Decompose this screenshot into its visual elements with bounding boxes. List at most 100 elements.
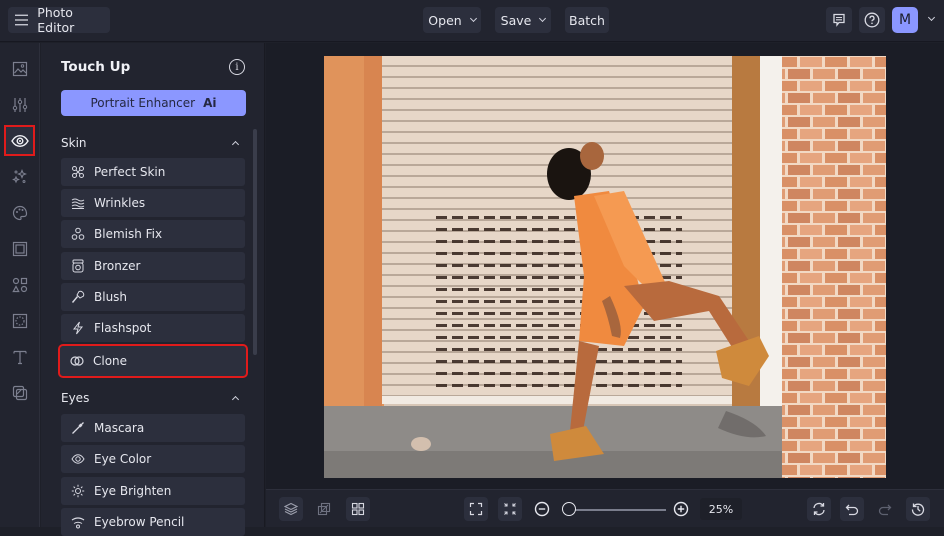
tool-item-eyebrow-pencil[interactable]: Eyebrow Pencil [61, 508, 245, 536]
text-icon [12, 350, 27, 364]
tool-item-label: Bronzer [94, 259, 141, 273]
avatar-initial: M [898, 12, 912, 28]
portrait-enhancer-button[interactable]: Portrait Enhancer Ai [61, 90, 246, 116]
strip-item-textures[interactable] [4, 305, 35, 336]
history-button[interactable] [906, 497, 930, 521]
compare-icon [317, 502, 331, 516]
strip-item-image[interactable] [4, 53, 35, 84]
panel-scrollbar[interactable] [253, 129, 257, 355]
tool-item-bronzer[interactable]: Bronzer [61, 252, 245, 280]
actual-size-button[interactable] [498, 497, 522, 521]
section-header-eyes[interactable]: Eyes [61, 388, 246, 408]
strip-item-overlays[interactable] [4, 377, 35, 408]
tool-item-label: Flashspot [94, 321, 152, 335]
zoom-slider-track[interactable] [571, 509, 666, 511]
chevron-down-icon [469, 14, 477, 23]
portrait-enhancer-label: Portrait Enhancer [90, 96, 196, 110]
strip-item-touch-up[interactable] [4, 125, 35, 156]
main-menu-button[interactable]: Photo Editor [8, 5, 110, 35]
feedback-button[interactable] [826, 7, 852, 33]
open-label: Open [428, 12, 462, 28]
top-bar: Photo Editor Open Save Batch M [0, 0, 944, 42]
layers-button[interactable] [279, 497, 303, 521]
bronzer-icon [72, 259, 84, 273]
tool-item-eye-brighten[interactable]: Eye Brighten [61, 477, 245, 505]
undo-button[interactable] [840, 497, 864, 521]
tool-item-label: Perfect Skin [94, 165, 166, 179]
help-button[interactable] [859, 7, 885, 33]
batch-label: Batch [569, 12, 605, 28]
flashspot-bolt-icon [72, 321, 84, 335]
compare-button[interactable] [312, 497, 336, 521]
zoom-out-button[interactable] [530, 497, 554, 521]
section-label: Skin [61, 136, 87, 150]
tool-item-blush[interactable]: Blush [61, 283, 245, 311]
tool-item-mascara[interactable]: Mascara [61, 414, 245, 442]
tool-item-label: Wrinkles [94, 196, 146, 210]
chevron-up-icon [231, 140, 240, 149]
tool-item-wrinkles[interactable]: Wrinkles [61, 189, 245, 217]
chevron-up-icon [231, 395, 240, 404]
tool-category-strip [0, 43, 40, 527]
tool-item-flashspot[interactable]: Flashspot [61, 314, 245, 342]
user-avatar[interactable]: M [892, 7, 918, 33]
tool-item-label: Blemish Fix [94, 227, 163, 241]
hamburger-icon [15, 14, 29, 26]
tool-item-label: Eye Color [94, 452, 152, 466]
zoom-level-input[interactable]: 25% [700, 498, 742, 520]
tool-item-blemish-fix[interactable]: Blemish Fix [61, 220, 245, 248]
image-icon [12, 61, 27, 76]
tool-item-label: Mascara [94, 421, 145, 435]
tool-item-clone[interactable]: Clone [58, 344, 248, 378]
artsy-palette-icon [12, 205, 27, 220]
app-title: Photo Editor [37, 5, 75, 35]
photo-canvas[interactable] [324, 56, 886, 478]
fit-to-screen-button[interactable] [464, 497, 488, 521]
blush-brush-icon [71, 290, 85, 303]
strip-item-frames[interactable] [4, 233, 35, 264]
strip-item-text[interactable] [4, 341, 35, 372]
touch-up-panel: Touch Up i Portrait Enhancer Ai Skin Per… [41, 43, 265, 536]
shrink-icon [504, 503, 516, 515]
zoom-in-icon [673, 501, 689, 517]
chevron-down-icon [539, 14, 547, 23]
layers-icon [284, 502, 298, 516]
zoom-level-value: 25% [708, 502, 734, 516]
help-icon [864, 12, 880, 28]
strip-item-effects[interactable] [4, 161, 35, 192]
redo-button[interactable] [873, 497, 897, 521]
panel-title: Touch Up [61, 59, 131, 75]
eye-brighten-sun-icon [71, 484, 85, 498]
grid-icon [351, 502, 365, 516]
strip-item-artsy[interactable] [4, 197, 35, 228]
zoom-slider-handle[interactable] [562, 502, 576, 516]
reset-button[interactable] [807, 497, 831, 521]
perfect-skin-icon [72, 166, 84, 178]
zoom-in-button[interactable] [669, 497, 693, 521]
grid-view-button[interactable] [346, 497, 370, 521]
tool-item-label: Blush [94, 290, 128, 304]
section-header-skin[interactable]: Skin [61, 133, 246, 153]
eye-color-icon [71, 454, 85, 464]
strip-item-graphics[interactable] [4, 269, 35, 300]
refresh-icon [813, 502, 825, 516]
batch-button[interactable]: Batch [565, 7, 609, 33]
feedback-icon [833, 13, 845, 27]
adjustments-icon [12, 97, 27, 112]
save-button[interactable]: Save [495, 7, 551, 33]
history-icon [911, 503, 925, 516]
info-icon[interactable]: i [229, 59, 245, 75]
strip-item-adjustments[interactable] [4, 89, 35, 120]
account-chevron-down-icon[interactable] [927, 13, 936, 22]
tool-item-eye-color[interactable]: Eye Color [61, 445, 245, 473]
clone-icon [70, 356, 84, 366]
eye-icon [10, 134, 29, 147]
wrinkles-icon [71, 198, 85, 209]
blemish-fix-icon [71, 227, 85, 240]
expand-icon [469, 502, 483, 516]
graphics-shapes-icon [11, 277, 27, 292]
tool-item-label: Eye Brighten [94, 484, 172, 498]
open-button[interactable]: Open [423, 7, 481, 33]
tool-item-perfect-skin[interactable]: Perfect Skin [61, 158, 245, 186]
bottom-toolbar: 25% [266, 489, 944, 527]
